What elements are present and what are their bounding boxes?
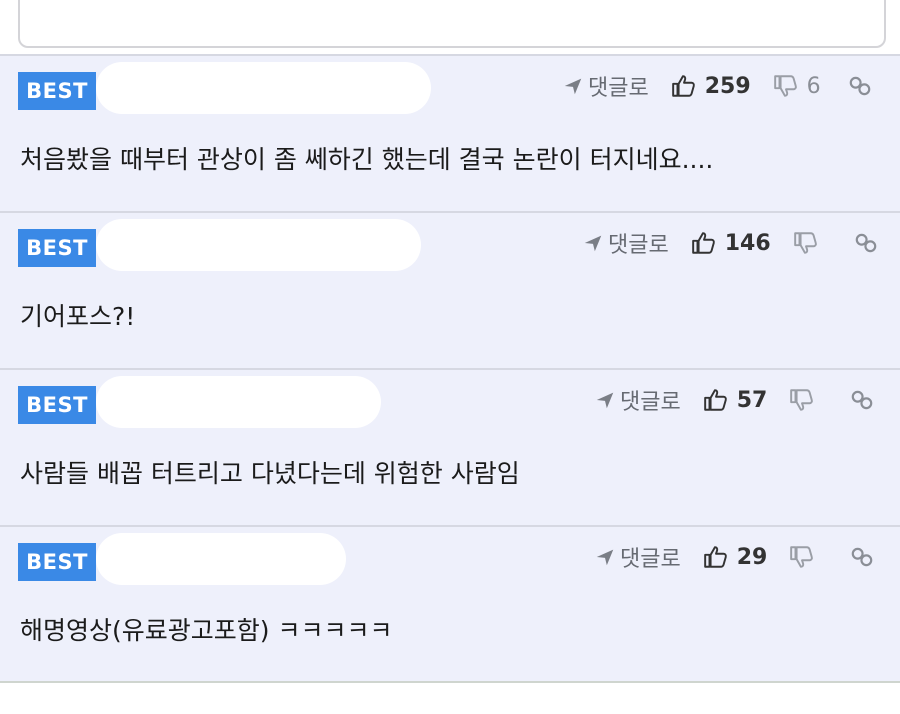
reply-arrow-icon xyxy=(584,235,602,252)
like-count: 29 xyxy=(736,544,768,570)
link-icon[interactable] xyxy=(849,387,875,413)
best-badge: BEST xyxy=(18,386,96,424)
reply-button[interactable]: 댓글로 xyxy=(594,384,681,416)
comment-text: 기어포스?! xyxy=(20,302,136,331)
reply-button[interactable]: 댓글로 xyxy=(594,541,681,573)
link-icon[interactable] xyxy=(849,544,875,570)
dislike-button[interactable] xyxy=(789,387,823,413)
dislike-count: 6 xyxy=(806,73,821,99)
reply-label: 댓글로 xyxy=(588,76,649,101)
link-icon[interactable] xyxy=(847,73,873,99)
comment-text: 해명영상(유료광고포함) ㅋㅋㅋㅋㅋ xyxy=(20,616,393,645)
comment-item: BEST 댓글로 259 6 처음봤을 때부터 관상이 좀 쎄하긴 했는데 결국… xyxy=(0,54,900,211)
best-badge: BEST xyxy=(18,543,96,581)
reply-button[interactable]: 댓글로 xyxy=(582,227,669,259)
like-button[interactable]: 29 xyxy=(703,544,768,570)
like-count: 146 xyxy=(724,230,771,256)
reply-label: 댓글로 xyxy=(620,547,681,572)
thumbs-down-icon xyxy=(790,389,814,411)
comment-text: 처음봤을 때부터 관상이 좀 쎄하긴 했는데 결국 논란이 터지네요.... xyxy=(20,145,714,174)
comment-text: 사람들 배꼽 터트리고 다녔다는데 위험한 사람임 xyxy=(20,459,520,488)
thumbs-up-icon xyxy=(703,546,727,568)
page: BEST 댓글로 259 6 처음봤을 때부터 관상이 좀 쎄하긴 했는데 결국… xyxy=(0,0,900,714)
best-comments-list: BEST 댓글로 259 6 처음봤을 때부터 관상이 좀 쎄하긴 했는데 결국… xyxy=(0,54,900,683)
comment-actions: 댓글로 57 xyxy=(594,380,875,420)
like-button[interactable]: 57 xyxy=(703,387,768,413)
redacted-username xyxy=(96,219,421,271)
dislike-button[interactable]: 6 xyxy=(773,73,821,99)
redacted-username xyxy=(96,62,431,114)
comment-actions: 댓글로 29 xyxy=(594,537,875,577)
thumbs-down-icon xyxy=(790,546,814,568)
like-button[interactable]: 259 xyxy=(671,73,751,99)
thumbs-down-icon xyxy=(773,75,797,97)
comment-actions: 댓글로 259 6 xyxy=(562,66,873,106)
thumbs-up-icon xyxy=(703,389,727,411)
link-icon[interactable] xyxy=(853,230,879,256)
redacted-username xyxy=(96,376,381,428)
reply-arrow-icon xyxy=(596,549,614,566)
best-badge: BEST xyxy=(18,229,96,267)
reply-arrow-icon xyxy=(564,78,582,95)
comment-item: BEST 댓글로 57 사람들 배꼽 터트리고 다녔다는데 위험한 사람임 xyxy=(0,368,900,525)
reply-arrow-icon xyxy=(596,392,614,409)
reply-label: 댓글로 xyxy=(620,390,681,415)
comment-item: BEST 댓글로 29 해명영상(유료광고포함) ㅋㅋㅋㅋㅋ xyxy=(0,525,900,683)
comment-actions: 댓글로 146 xyxy=(582,223,879,263)
best-badge: BEST xyxy=(18,72,96,110)
redacted-username xyxy=(96,533,346,585)
reply-label: 댓글로 xyxy=(608,233,669,258)
thumbs-down-icon xyxy=(793,232,817,254)
thumbs-up-icon xyxy=(671,75,695,97)
dislike-button[interactable] xyxy=(789,544,823,570)
thumbs-up-icon xyxy=(691,232,715,254)
comment-input-box[interactable] xyxy=(18,0,886,48)
reply-button[interactable]: 댓글로 xyxy=(562,70,649,102)
like-button[interactable]: 146 xyxy=(691,230,771,256)
like-count: 259 xyxy=(704,73,751,99)
like-count: 57 xyxy=(736,387,768,413)
top-strip xyxy=(0,0,900,54)
comment-item: BEST 댓글로 146 기어포스?! xyxy=(0,211,900,368)
dislike-button[interactable] xyxy=(793,230,827,256)
